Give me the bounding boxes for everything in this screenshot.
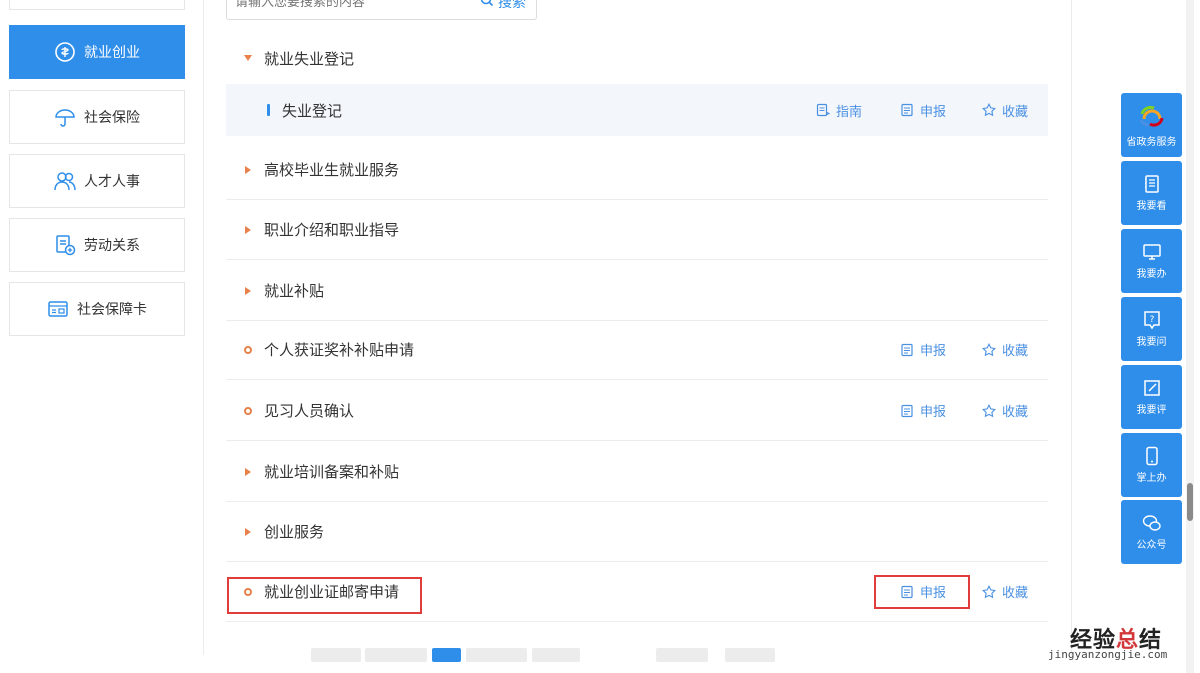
list-item[interactable]: 高校毕业生就业服务 — [226, 140, 1048, 200]
float-ask-button[interactable]: ? 我要问 — [1121, 297, 1182, 361]
pagination-button[interactable] — [466, 648, 527, 662]
watermark-url: jingyanzongjie.com — [1048, 648, 1168, 661]
list-item-label: 个人获证奖补补贴申请 — [264, 341, 415, 359]
float-gov-service-button[interactable]: 省政务服务 — [1121, 93, 1182, 157]
list-item[interactable]: 就业补贴 — [226, 261, 1048, 321]
sidebar-item-employment[interactable]: 就业创业 — [9, 25, 185, 79]
sidebar-item-talent-personnel[interactable]: 人才人事 — [9, 154, 185, 208]
favorite-button[interactable]: 收藏 — [982, 101, 1028, 120]
list-item-label: 职业介绍和职业指导 — [264, 221, 400, 239]
card-icon — [47, 298, 69, 320]
float-handle-button[interactable]: 我要办 — [1121, 229, 1182, 293]
sidebar-item-label: 人才人事 — [84, 174, 140, 190]
svg-text:?: ? — [1149, 315, 1154, 325]
list-subitem: 失业登记 指南 申报 收藏 — [226, 84, 1048, 136]
list-item[interactable]: 职业介绍和职业指导 — [226, 200, 1048, 260]
pagination-button[interactable] — [365, 648, 427, 662]
pagination-go-button[interactable] — [725, 648, 775, 662]
apply-icon — [901, 103, 913, 117]
sidebar-item-labor-relations[interactable]: 劳动关系 — [9, 218, 185, 272]
main-panel-right-border — [1071, 0, 1072, 655]
apply-button[interactable]: 申报 — [900, 401, 946, 420]
apply-button[interactable]: 申报 — [900, 101, 946, 120]
sidebar-item-label: 就业创业 — [84, 45, 140, 61]
list-item-label: 失业登记 — [282, 101, 343, 120]
list-item[interactable]: 就业失业登记 — [226, 28, 1048, 88]
collapsed-triangle-icon — [243, 165, 253, 174]
list-item-label: 创业服务 — [264, 523, 325, 541]
favorite-button[interactable]: 收藏 — [982, 582, 1028, 601]
phone-icon — [1145, 446, 1158, 466]
collapsed-triangle-icon — [243, 286, 253, 295]
guide-icon — [816, 103, 830, 117]
sidebar-item-social-insurance[interactable]: 社会保险 — [9, 90, 185, 144]
float-wechat-button[interactable]: 公众号 — [1121, 500, 1182, 564]
list-item-label: 见习人员确认 — [264, 402, 355, 420]
star-icon — [982, 584, 996, 598]
search-bar: 搜索 — [226, 0, 537, 20]
favorite-button[interactable]: 收藏 — [982, 401, 1028, 420]
question-icon: ? — [1143, 311, 1160, 330]
list-item[interactable]: 就业培训备案和补贴 — [226, 442, 1048, 502]
page-scrollbar-thumb[interactable] — [1187, 483, 1193, 521]
star-icon — [982, 103, 996, 117]
float-review-button[interactable]: 我要评 — [1121, 365, 1182, 429]
monitor-icon — [1142, 244, 1161, 260]
document-plus-icon — [54, 234, 76, 256]
pagination-current-page[interactable] — [432, 648, 461, 662]
sidebar-top-item-stub — [9, 0, 185, 10]
float-view-button[interactable]: 我要看 — [1121, 161, 1182, 225]
sidebar-item-label: 社会保险 — [84, 110, 140, 126]
money-bag-icon — [54, 41, 76, 63]
wechat-icon — [1142, 515, 1161, 531]
star-icon — [982, 342, 996, 356]
sidebar-item-social-security-card[interactable]: 社会保障卡 — [9, 282, 185, 336]
people-icon — [54, 170, 76, 192]
float-mobile-button[interactable]: 掌上办 — [1121, 433, 1182, 497]
collapsed-triangle-icon — [243, 527, 253, 536]
search-button-label: 搜索 — [498, 0, 526, 11]
pagination-button[interactable] — [532, 648, 580, 662]
pagination-input[interactable] — [656, 648, 708, 662]
list-item[interactable]: 个人获证奖补补贴申请 申报 收藏 — [226, 320, 1048, 380]
apply-icon — [901, 404, 913, 417]
book-icon — [1144, 175, 1159, 193]
list-item[interactable]: 创业服务 — [226, 502, 1048, 562]
collapsed-triangle-icon — [243, 467, 253, 476]
apply-icon — [901, 343, 913, 356]
list-item-label: 就业失业登记 — [264, 49, 355, 68]
edit-icon — [1143, 380, 1160, 396]
guide-button[interactable]: 指南 — [816, 101, 862, 120]
sidebar-item-label: 社会保障卡 — [77, 302, 147, 318]
collapsed-triangle-icon — [243, 225, 253, 234]
star-icon — [982, 403, 996, 417]
highlight-box-apply — [874, 575, 970, 609]
list-item[interactable]: 见习人员确认 申报 收藏 — [226, 381, 1048, 441]
search-button[interactable]: 搜索 — [480, 0, 526, 12]
apply-button[interactable]: 申报 — [900, 340, 946, 359]
expanded-triangle-icon — [243, 55, 253, 61]
gov-logo-icon — [1139, 105, 1163, 127]
ring-marker-icon — [243, 345, 253, 354]
search-input[interactable] — [235, 0, 455, 12]
bar-marker-icon — [263, 104, 273, 116]
sidebar-item-label: 劳动关系 — [84, 238, 140, 254]
main-panel-left-border — [203, 0, 204, 655]
favorite-button[interactable]: 收藏 — [982, 340, 1028, 359]
pagination-button[interactable] — [311, 648, 361, 662]
category-sidebar: 就业创业 社会保险 人才人事 劳动关系 社会保障卡 — [0, 0, 196, 673]
ring-marker-icon — [243, 406, 253, 415]
highlight-box-item — [227, 577, 422, 614]
list-item-label: 高校毕业生就业服务 — [264, 161, 400, 179]
umbrella-icon — [54, 106, 76, 128]
list-item-label: 就业补贴 — [264, 282, 325, 300]
list-item-label: 就业培训备案和补贴 — [264, 463, 400, 481]
page-scrollbar[interactable] — [1186, 0, 1194, 673]
search-icon — [480, 0, 494, 11]
